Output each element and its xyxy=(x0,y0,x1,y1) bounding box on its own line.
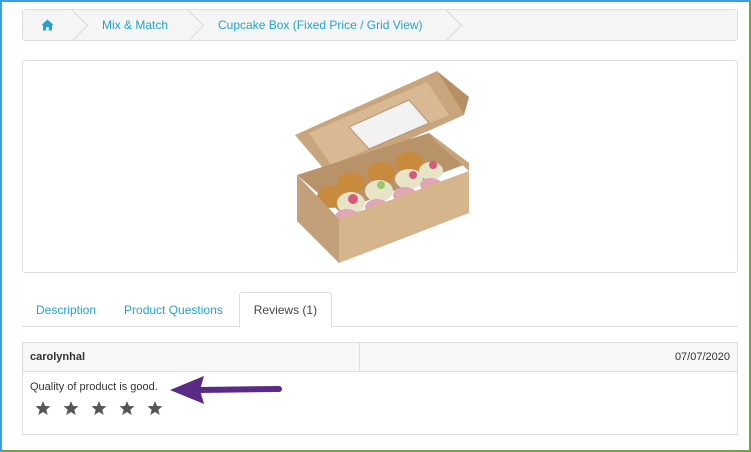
review-text: Quality of product is good. xyxy=(30,381,158,393)
review-date: 07/07/2020 xyxy=(674,351,730,363)
star-icon xyxy=(63,401,79,415)
star-icon xyxy=(35,401,51,415)
annotation-arrow-icon xyxy=(170,376,282,404)
star-icon xyxy=(147,401,163,415)
home-icon xyxy=(41,19,54,31)
tab-reviews[interactable]: Reviews (1) xyxy=(238,292,333,328)
review-author: carolynhal xyxy=(23,343,360,371)
star-icon xyxy=(119,401,135,415)
review-header: carolynhal 07/07/2020 xyxy=(23,343,737,372)
tab-description[interactable]: Description xyxy=(22,292,110,327)
breadcrumb-item-label: Mix & Match xyxy=(102,18,169,32)
breadcrumb-home[interactable] xyxy=(23,10,74,40)
review-rating xyxy=(35,400,175,416)
product-tabs: Description Product Questions Reviews (1… xyxy=(22,292,738,328)
breadcrumb-item-label: Cupcake Box (Fixed Price / Grid View) xyxy=(218,18,423,32)
breadcrumb: Mix & Match Cupcake Box (Fixed Price / G… xyxy=(22,9,738,41)
product-image-panel xyxy=(22,60,738,273)
cupcake-box-image[interactable] xyxy=(269,67,494,267)
breadcrumb-item-cupcake-box[interactable]: Cupcake Box (Fixed Price / Grid View) xyxy=(190,10,445,40)
breadcrumb-item-mix-match[interactable]: Mix & Match xyxy=(74,10,190,40)
tab-product-questions[interactable]: Product Questions xyxy=(110,292,237,327)
star-icon xyxy=(91,401,107,415)
review-entry: carolynhal 07/07/2020 Quality of product… xyxy=(22,342,738,435)
